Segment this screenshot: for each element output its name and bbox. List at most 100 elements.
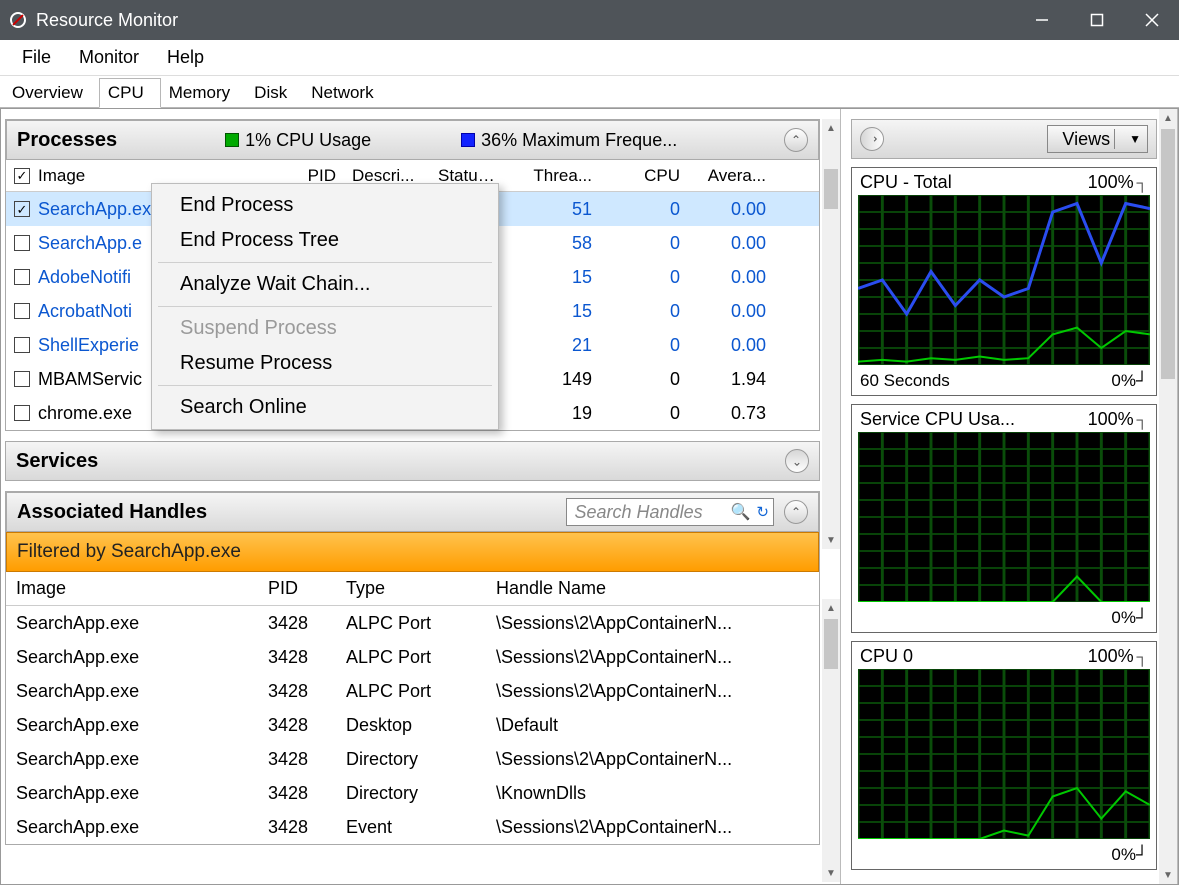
handles-scrollbar[interactable]: ▲ ▼ <box>822 599 840 882</box>
chart-max: 100%┐ <box>1088 409 1148 430</box>
services-title: Services <box>16 450 98 473</box>
handle-image: SearchApp.exe <box>6 715 268 736</box>
process-cpu: 0 <box>600 233 688 254</box>
handle-pid: 3428 <box>268 817 346 838</box>
handle-name: \Sessions\2\AppContainerN... <box>496 817 819 838</box>
menu-help[interactable]: Help <box>153 43 218 72</box>
chart-0: CPU - Total100%┐60 Seconds0%┘ <box>851 167 1157 396</box>
row-checkbox[interactable] <box>14 405 30 421</box>
handle-pid: 3428 <box>268 647 346 668</box>
hcol-pid[interactable]: PID <box>268 578 346 599</box>
hcol-name[interactable]: Handle Name <box>496 578 819 599</box>
handle-name: \Sessions\2\AppContainerN... <box>496 681 819 702</box>
ctx-end-process[interactable]: End Process <box>152 188 498 223</box>
processes-scrollbar[interactable]: ▲ ▼ <box>822 119 840 549</box>
process-threads: 51 <box>504 199 600 220</box>
process-threads: 15 <box>504 267 600 288</box>
process-threads: 149 <box>504 369 600 390</box>
handle-image: SearchApp.exe <box>6 817 268 838</box>
menubar: File Monitor Help <box>0 40 1179 76</box>
handle-row[interactable]: SearchApp.exe3428ALPC Port\Sessions\2\Ap… <box>6 674 819 708</box>
collapse-icon[interactable]: ⌃ <box>784 128 808 152</box>
scroll-thumb[interactable] <box>824 169 838 209</box>
chart-max: 100%┐ <box>1088 646 1148 667</box>
row-checkbox[interactable] <box>14 235 30 251</box>
expand-icon[interactable]: ⌃ <box>785 449 809 473</box>
row-checkbox[interactable] <box>14 201 30 217</box>
header-checkbox[interactable] <box>14 168 30 184</box>
tab-memory[interactable]: Memory <box>161 79 246 107</box>
collapse-icon[interactable]: ⌃ <box>784 500 808 524</box>
handle-name: \Sessions\2\AppContainerN... <box>496 647 819 668</box>
row-checkbox[interactable] <box>14 303 30 319</box>
menu-monitor[interactable]: Monitor <box>65 43 153 72</box>
chevron-right-icon[interactable]: ⌃ <box>860 127 884 151</box>
process-cpu: 0 <box>600 369 688 390</box>
row-checkbox[interactable] <box>14 371 30 387</box>
tab-cpu[interactable]: CPU <box>99 78 161 108</box>
workspace: ▲ ▼ Processes 1% CPU Usage 36% Maximum F… <box>0 108 1179 885</box>
handle-row[interactable]: SearchApp.exe3428Event\Sessions\2\AppCon… <box>6 810 819 844</box>
processes-header[interactable]: Processes 1% CPU Usage 36% Maximum Frequ… <box>6 120 819 160</box>
handle-pid: 3428 <box>268 613 346 634</box>
chart-canvas <box>858 195 1150 365</box>
refresh-icon[interactable]: ↻ <box>756 503 769 521</box>
chart-foot-right: 0%┘ <box>1111 371 1148 391</box>
hcol-type[interactable]: Type <box>346 578 496 599</box>
process-cpu: 0 <box>600 199 688 220</box>
handle-row[interactable]: SearchApp.exe3428Directory\Sessions\2\Ap… <box>6 742 819 776</box>
tab-network[interactable]: Network <box>303 79 389 107</box>
hcol-image[interactable]: Image <box>6 578 268 599</box>
col-threads[interactable]: Threa... <box>504 166 600 186</box>
left-column: ▲ ▼ Processes 1% CPU Usage 36% Maximum F… <box>1 109 841 884</box>
process-cpu: 0 <box>600 301 688 322</box>
context-menu: End ProcessEnd Process Tree Analyze Wait … <box>151 183 499 430</box>
col-average[interactable]: Avera... <box>688 166 774 186</box>
filter-text: Filtered by SearchApp.exe <box>17 541 241 563</box>
row-checkbox[interactable] <box>14 269 30 285</box>
minimize-button[interactable] <box>1014 0 1069 40</box>
row-checkbox[interactable] <box>14 337 30 353</box>
handle-row[interactable]: SearchApp.exe3428ALPC Port\Sessions\2\Ap… <box>6 606 819 640</box>
ctx-suspend-process: Suspend Process <box>152 311 498 346</box>
search-handles-box[interactable]: Search Handles 🔍 ↻ <box>566 498 775 526</box>
menu-file[interactable]: File <box>8 43 65 72</box>
tab-overview[interactable]: Overview <box>4 79 99 107</box>
col-cpu[interactable]: CPU <box>600 166 688 186</box>
ctx-analyze-wait-chain-[interactable]: Analyze Wait Chain... <box>152 267 498 302</box>
services-header[interactable]: Services ⌃ <box>5 441 820 481</box>
charts-scrollbar[interactable]: ▲ ▼ <box>1159 109 1177 884</box>
scroll-down-icon[interactable]: ▼ <box>822 531 840 549</box>
process-threads: 58 <box>504 233 600 254</box>
ctx-end-process-tree[interactable]: End Process Tree <box>152 223 498 258</box>
scroll-down-icon[interactable]: ▼ <box>1159 866 1177 884</box>
scroll-thumb[interactable] <box>824 619 838 669</box>
chart-foot-left: 60 Seconds <box>860 371 950 391</box>
handle-row[interactable]: SearchApp.exe3428ALPC Port\Sessions\2\Ap… <box>6 640 819 674</box>
process-image: AcrobatNoti <box>38 301 132 322</box>
ctx-search-online[interactable]: Search Online <box>152 390 498 425</box>
views-button[interactable]: Views ▼ <box>1047 125 1148 153</box>
scroll-up-icon[interactable]: ▲ <box>822 119 840 137</box>
handles-header[interactable]: Associated Handles Search Handles 🔍 ↻ ⌃ <box>6 492 819 532</box>
handle-row[interactable]: SearchApp.exe3428Directory\KnownDlls <box>6 776 819 810</box>
process-cpu: 0 <box>600 267 688 288</box>
chart-title: CPU 0 <box>860 646 913 667</box>
handle-image: SearchApp.exe <box>6 749 268 770</box>
scroll-thumb[interactable] <box>1161 129 1175 379</box>
search-icon[interactable]: 🔍 <box>731 502 751 522</box>
scroll-up-icon[interactable]: ▲ <box>1159 109 1177 127</box>
handle-row[interactable]: SearchApp.exe3428Desktop\Default <box>6 708 819 742</box>
process-threads: 19 <box>504 403 600 424</box>
process-image: chrome.exe <box>38 403 132 424</box>
close-button[interactable] <box>1124 0 1179 40</box>
process-cpu: 0 <box>600 403 688 424</box>
maximize-button[interactable] <box>1069 0 1124 40</box>
ctx-resume-process[interactable]: Resume Process <box>152 346 498 381</box>
menu-separator <box>158 262 492 263</box>
scroll-up-icon[interactable]: ▲ <box>822 599 840 617</box>
handle-type: Directory <box>346 783 496 804</box>
tab-disk[interactable]: Disk <box>246 79 303 107</box>
handle-name: \Sessions\2\AppContainerN... <box>496 613 819 634</box>
scroll-down-icon[interactable]: ▼ <box>822 864 840 882</box>
